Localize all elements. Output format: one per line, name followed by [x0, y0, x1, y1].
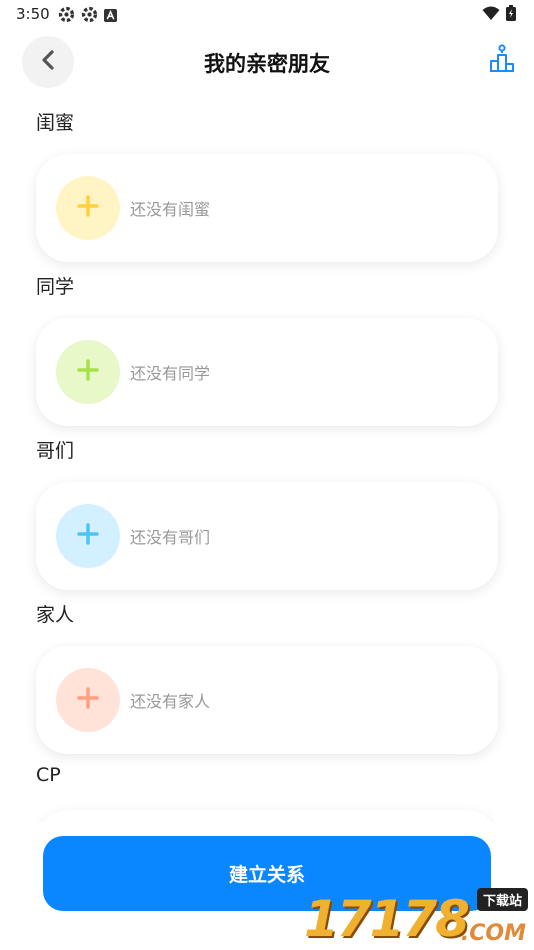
status-icons-right: [482, 5, 516, 25]
section-title: 哥们: [36, 440, 75, 462]
status-bar: 3:50: [0, 0, 534, 28]
watermark-label: 下载站: [476, 888, 528, 911]
plus-icon: [77, 687, 99, 713]
empty-text: 还没有同学: [130, 364, 211, 383]
relationship-card[interactable]: [36, 810, 498, 822]
settings-gear-icon: [58, 6, 75, 27]
plus-icon: [77, 523, 99, 549]
watermark-suffix: .COM: [460, 921, 526, 946]
podium-icon: [489, 44, 515, 76]
header: 我的亲密朋友: [0, 34, 534, 90]
relationship-card[interactable]: 还没有闺蜜: [36, 154, 498, 262]
status-time: 3:50: [16, 5, 50, 23]
settings-gear-icon: [81, 6, 98, 27]
section-title: CP: [36, 764, 61, 786]
battery-charging-icon: [506, 5, 516, 25]
watermark-digits: 17178: [304, 890, 470, 948]
plus-icon: [77, 359, 99, 385]
ranking-button[interactable]: [486, 44, 518, 76]
section-title: 家人: [36, 604, 75, 626]
notification-a-icon: [104, 7, 117, 26]
status-icons-left: [58, 6, 117, 27]
add-bestie-button[interactable]: [56, 176, 120, 240]
watermark-logo: 17178 下载站 .COM: [304, 888, 530, 948]
add-classmate-button[interactable]: [56, 340, 120, 404]
page-title: 我的亲密朋友: [204, 52, 330, 76]
relationship-list[interactable]: 闺蜜 还没有闺蜜 同学 还没有同学 哥们 还没有哥们 家人 还没有家人 CP: [0, 100, 534, 822]
section-title: 同学: [36, 276, 75, 298]
relationship-card[interactable]: 还没有同学: [36, 318, 498, 426]
section-title: 闺蜜: [36, 112, 75, 134]
wifi-icon: [482, 6, 500, 25]
empty-text: 还没有闺蜜: [130, 200, 211, 219]
plus-icon: [77, 195, 99, 221]
empty-text: 还没有哥们: [130, 528, 211, 547]
add-family-button[interactable]: [56, 668, 120, 732]
relationship-card[interactable]: 还没有家人: [36, 646, 498, 754]
relationship-card[interactable]: 还没有哥们: [36, 482, 498, 590]
add-buddy-button[interactable]: [56, 504, 120, 568]
empty-text: 还没有家人: [130, 692, 211, 711]
